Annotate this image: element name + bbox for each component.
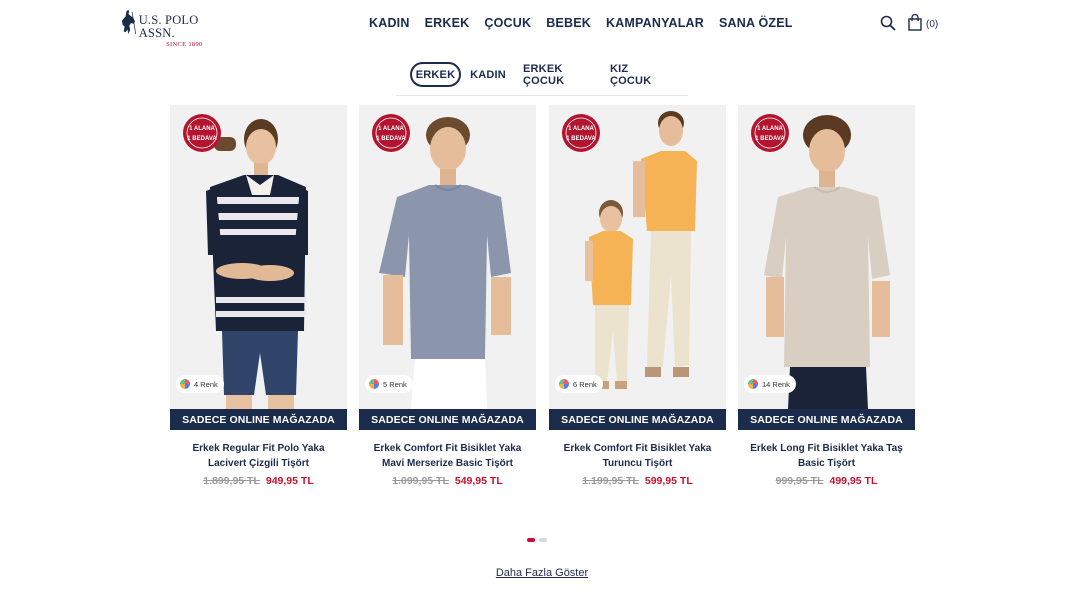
old-price: 1.099,95 TL xyxy=(392,475,449,487)
sale-price: 949,95 TL xyxy=(265,475,314,487)
brand-logo[interactable]: U.S. POLO ASSN. SINCE 1890 xyxy=(120,8,230,48)
promo-badge: 1 ALANA 1 BEDAVA xyxy=(372,114,410,152)
show-more-link[interactable]: Daha Fazla Göster xyxy=(0,567,1080,579)
brand-name: U.S. POLO ASSN. xyxy=(138,13,199,40)
product-card[interactable]: 1 ALANA 1 BEDAVA 5 Renk SADECE ONLINE MA… xyxy=(359,105,536,487)
product-prices: 1.099,95 TL 549,95 TL xyxy=(359,475,536,487)
color-options[interactable]: 6 Renk xyxy=(555,375,603,393)
svg-text:1 BEDAVA: 1 BEDAVA xyxy=(566,136,596,142)
color-count: 14 Renk xyxy=(762,379,790,389)
nav-kampanyalar[interactable]: KAMPANYALAR xyxy=(606,16,704,30)
promo-badge: 1 ALANA 1 BEDAVA xyxy=(562,114,600,152)
tab-kadin[interactable]: KADIN xyxy=(469,62,507,87)
brand-since: SINCE 1890 xyxy=(166,41,203,48)
header-actions: (0) xyxy=(880,14,938,31)
old-price: 999,95 TL xyxy=(775,475,824,487)
color-options[interactable]: 14 Renk xyxy=(744,375,796,393)
product-card[interactable]: 1 ALANA 1 BEDAVA 4 Renk SADECE ONLINE MA… xyxy=(170,105,347,487)
cart-count: (0) xyxy=(926,18,939,30)
promo-badge: 1 ALANA 1 BEDAVA xyxy=(183,114,221,152)
nav-cocuk[interactable]: ÇOCUK xyxy=(484,16,531,30)
color-count: 6 Renk xyxy=(573,379,597,389)
product-name[interactable]: Erkek Long Fit Bisiklet Yaka Taş Basic T… xyxy=(738,441,915,471)
old-price: 1.199,95 TL xyxy=(582,475,639,487)
old-price: 1.899,95 TL xyxy=(203,475,260,487)
product-name[interactable]: Erkek Regular Fit Polo Yaka Lacivert Çiz… xyxy=(170,441,347,471)
product-card[interactable]: 1 ALANA 1 BEDAVA 6 Renk SADECE ONLINE MA… xyxy=(549,105,726,487)
svg-text:1 ALANA: 1 ALANA xyxy=(757,126,783,132)
color-count: 5 Renk xyxy=(383,379,407,389)
product-prices: 1.899,95 TL 949,95 TL xyxy=(170,475,347,487)
sale-price: 499,95 TL xyxy=(829,475,878,487)
product-name[interactable]: Erkek Comfort Fit Bisiklet Yaka Turuncu … xyxy=(549,441,726,471)
cart-button[interactable]: (0) xyxy=(908,14,938,31)
product-image[interactable]: 1 ALANA 1 BEDAVA 6 Renk xyxy=(549,105,726,409)
color-palette-icon xyxy=(180,379,190,389)
product-prices: 1.199,95 TL 599,95 TL xyxy=(549,475,726,487)
color-options[interactable]: 5 Renk xyxy=(365,375,413,393)
svg-text:1 BEDAVA: 1 BEDAVA xyxy=(755,136,785,142)
online-only-banner: SADECE ONLINE MAĞAZADA xyxy=(170,409,347,430)
nav-kadin[interactable]: KADIN xyxy=(369,16,410,30)
online-only-banner: SADECE ONLINE MAĞAZADA xyxy=(549,409,726,430)
svg-text:1 ALANA: 1 ALANA xyxy=(568,126,594,132)
search-icon[interactable] xyxy=(880,15,896,31)
shopping-bag-icon xyxy=(908,14,922,31)
carousel-pagination xyxy=(527,538,547,542)
online-only-banner: SADECE ONLINE MAĞAZADA xyxy=(359,409,536,430)
color-options[interactable]: 4 Renk xyxy=(176,375,224,393)
product-card[interactable]: 1 ALANA 1 BEDAVA 14 Renk SADECE ONLINE M… xyxy=(738,105,915,487)
nav-sana-ozel[interactable]: SANA ÖZEL xyxy=(719,16,793,30)
polo-player-icon xyxy=(121,10,137,35)
svg-text:1 BEDAVA: 1 BEDAVA xyxy=(376,136,406,142)
svg-text:1 ALANA: 1 ALANA xyxy=(378,126,404,132)
product-image[interactable]: 1 ALANA 1 BEDAVA 14 Renk xyxy=(738,105,915,409)
carousel-dot-1[interactable] xyxy=(527,538,535,542)
tab-kiz-cocuk[interactable]: KIZ ÇOCUK xyxy=(610,62,666,87)
product-image[interactable]: 1 ALANA 1 BEDAVA 5 Renk xyxy=(359,105,536,409)
svg-text:1 ALANA: 1 ALANA xyxy=(189,126,215,132)
sale-price: 549,95 TL xyxy=(454,475,503,487)
promo-badge: 1 ALANA 1 BEDAVA xyxy=(751,114,789,152)
nav-erkek[interactable]: ERKEK xyxy=(425,16,470,30)
site-header: U.S. POLO ASSN. SINCE 1890 KADIN ERKEK Ç… xyxy=(0,0,1080,50)
product-image[interactable]: 1 ALANA 1 BEDAVA 4 Renk xyxy=(170,105,347,409)
category-tabs: ERKEK KADIN ERKEK ÇOCUK KIZ ÇOCUK xyxy=(396,60,688,96)
sale-price: 599,95 TL xyxy=(644,475,693,487)
main-navigation: KADIN ERKEK ÇOCUK BEBEK KAMPANYALAR SANA… xyxy=(369,16,808,30)
product-name[interactable]: Erkek Comfort Fit Bisiklet Yaka Mavi Mer… xyxy=(359,441,536,471)
carousel-dot-2[interactable] xyxy=(539,538,547,542)
color-palette-icon xyxy=(369,379,379,389)
tab-erkek-cocuk[interactable]: ERKEK ÇOCUK xyxy=(523,62,595,87)
color-count: 4 Renk xyxy=(194,379,218,389)
tab-erkek[interactable]: ERKEK xyxy=(410,62,461,87)
color-palette-icon xyxy=(559,379,569,389)
product-prices: 999,95 TL 499,95 TL xyxy=(738,475,915,487)
online-only-banner: SADECE ONLINE MAĞAZADA xyxy=(738,409,915,430)
nav-bebek[interactable]: BEBEK xyxy=(546,16,591,30)
color-palette-icon xyxy=(748,379,758,389)
svg-text:1 BEDAVA: 1 BEDAVA xyxy=(187,136,217,142)
